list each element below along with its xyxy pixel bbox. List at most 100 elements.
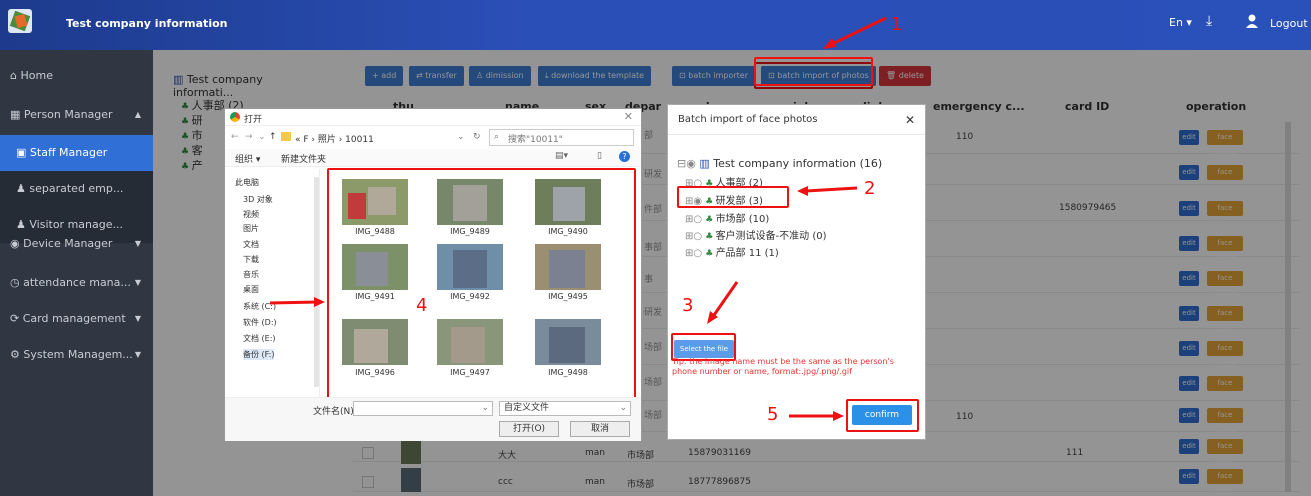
nav-item-drive-d[interactable]: 软件 (D:): [243, 317, 277, 328]
tree-node-test-devices[interactable]: ⊞○ ♣ 客户测试设备-不准动 (0): [685, 227, 827, 242]
open-button[interactable]: 打开(O): [499, 421, 559, 437]
folder-icon: [281, 132, 291, 141]
file-thumbnail[interactable]: [437, 244, 503, 290]
forward-icon[interactable]: →: [245, 132, 253, 142]
up-icon[interactable]: ↑: [269, 132, 277, 142]
chevron-down-icon[interactable]: ⌄: [457, 132, 465, 142]
file-name[interactable]: IMG_9492: [437, 292, 503, 301]
tree-root[interactable]: ⊟◉ ▥ Test company information (16): [677, 157, 882, 170]
file-name[interactable]: IMG_9490: [535, 227, 601, 236]
nav-item-video[interactable]: 视频: [243, 209, 259, 220]
highlight-box-5: [846, 399, 919, 432]
nav-scrollbar[interactable]: [314, 177, 319, 387]
file-dialog-titlebar: 打开 ✕: [225, 109, 641, 126]
nav-item-3d[interactable]: 3D 对象: [243, 194, 273, 205]
new-folder-button[interactable]: 新建文件夹: [281, 152, 326, 165]
chevron-down-icon: ▼: [134, 239, 141, 248]
cell-dept-partial: 场部: [644, 411, 663, 421]
sidebar-item-home[interactable]: ⌂ Home: [0, 58, 153, 94]
file-name[interactable]: IMG_9498: [535, 368, 601, 377]
tree-node-product[interactable]: ⊞○ ♣ 产品部 11 (1): [685, 244, 779, 259]
sidebar-item-system-management[interactable]: ⚙ System Managem... ▼: [0, 337, 153, 373]
nav-pane: 此电脑 3D 对象 视频 图片 文档 下载 音乐 桌面 系统 (C:) 软件 (…: [225, 169, 320, 397]
attendance-icon: ◷: [10, 276, 20, 289]
file-dialog-title: 打开: [244, 115, 263, 125]
sidebar: ⌂ Home ▦ Person Manager ▲ ▣ Staff Manager…: [0, 50, 153, 496]
file-thumbnail[interactable]: [437, 319, 503, 365]
search-input[interactable]: ⌕ 搜索"10011": [489, 129, 634, 146]
nav-item-drive-e[interactable]: 文档 (E:): [243, 333, 276, 344]
refresh-icon[interactable]: ↻: [473, 132, 481, 142]
chevron-down-icon: ▼: [134, 314, 141, 323]
sidebar-item-separated-employees[interactable]: ♟ separated emp...: [0, 171, 153, 207]
file-dialog-nav: ← → ⌄ ↑ « F › 照片 › 10011 ⌄ ↻ ⌕ 搜索"10011": [225, 127, 641, 149]
file-thumbnail[interactable]: [342, 244, 408, 290]
device-icon: ◉: [10, 237, 20, 250]
download-icon[interactable]: ⤓: [1206, 13, 1212, 29]
language-select[interactable]: En ▾: [1169, 16, 1192, 29]
back-icon[interactable]: ←: [231, 132, 239, 142]
org-icon: ♣: [705, 232, 713, 242]
file-dialog-footer: 文件名(N): ⌄ 自定义文件 ⌄ 打开(O) 取消: [225, 397, 641, 441]
building-icon: ▥: [699, 157, 710, 170]
close-icon[interactable]: ✕: [624, 110, 633, 123]
card-icon: ⟳: [10, 312, 20, 325]
pane-icon[interactable]: ▯: [597, 151, 602, 161]
sidebar-item-card-management[interactable]: ⟳ Card management ▼: [0, 301, 153, 337]
annotation-number-1: 1: [891, 14, 903, 35]
nav-item-desktop[interactable]: 桌面: [243, 284, 259, 295]
file-name[interactable]: IMG_9489: [437, 227, 503, 236]
file-dialog-toolbar: 组织 ▾ 新建文件夹 ▤▾ ▯ ?: [225, 149, 641, 167]
file-name[interactable]: IMG_9496: [342, 368, 408, 377]
file-thumbnail[interactable]: [535, 244, 601, 290]
nav-item-pictures[interactable]: 图片: [243, 223, 259, 234]
file-name[interactable]: IMG_9491: [342, 292, 408, 301]
nav-item-this-pc[interactable]: 此电脑: [235, 177, 259, 188]
file-name-tip: Tip: the image name must be the same as …: [672, 357, 894, 376]
chevron-down-icon: ▼: [134, 278, 141, 287]
nav-item-documents[interactable]: 文档: [243, 239, 259, 250]
file-name[interactable]: IMG_9497: [437, 368, 503, 377]
file-thumbnail[interactable]: [342, 319, 408, 365]
help-icon[interactable]: ?: [619, 151, 630, 162]
search-icon: ⌕: [494, 132, 500, 142]
app-title: Test company information: [66, 17, 228, 30]
highlight-box-2: [677, 186, 789, 208]
close-icon[interactable]: ✕: [905, 105, 915, 135]
nav-item-drive-c[interactable]: 系统 (C:): [243, 301, 276, 312]
sidebar-item-person-manager[interactable]: ▦ Person Manager ▲: [0, 97, 153, 133]
path-breadcrumb[interactable]: « F › 照片 › 10011: [295, 132, 374, 145]
file-open-dialog: 打开 ✕ ← → ⌄ ↑ « F › 照片 › 10011 ⌄ ↻ ⌕ 搜索"1…: [224, 108, 642, 441]
sidebar-item-attendance[interactable]: ◷ attendance mana... ▼: [0, 265, 153, 301]
view-icon[interactable]: ▤▾: [555, 151, 568, 161]
tree-node-marketing[interactable]: ⊞○ ♣ 市场部 (10): [685, 210, 769, 225]
file-thumbnail[interactable]: [535, 179, 601, 225]
nav-item-downloads[interactable]: 下载: [243, 254, 259, 265]
file-thumbnail[interactable]: [535, 319, 601, 365]
file-name[interactable]: IMG_9495: [535, 292, 601, 301]
sidebar-item-staff-manager[interactable]: ▣ Staff Manager: [0, 135, 153, 171]
cancel-button[interactable]: 取消: [570, 421, 630, 437]
annotation-number-4: 4: [416, 295, 428, 316]
annotation-number-2: 2: [864, 178, 876, 199]
chevron-down-icon[interactable]: ⌄: [258, 132, 266, 142]
chevron-down-icon: ▼: [134, 350, 141, 359]
cell-dept-partial: 场部: [644, 378, 663, 388]
app-logo: [8, 9, 32, 33]
logout-button[interactable]: Logout: [1270, 17, 1308, 30]
file-type-select[interactable]: 自定义文件 ⌄: [499, 401, 631, 416]
sidebar-item-device-manager[interactable]: ◉ Device Manager ▼: [0, 226, 153, 262]
cell-dept-partial: 部: [644, 131, 654, 141]
cell-dept-partial: 研发: [644, 170, 663, 180]
file-thumbnail[interactable]: [342, 179, 408, 225]
filename-input[interactable]: ⌄: [353, 401, 493, 416]
user-avatar-icon[interactable]: [1246, 14, 1258, 28]
person-manager-icon: ▦: [10, 108, 21, 121]
organize-button[interactable]: 组织 ▾: [235, 152, 260, 165]
batch-dialog-header: Batch import of face photos ✕: [668, 105, 925, 135]
file-thumbnail[interactable]: [437, 179, 503, 225]
nav-item-drive-f[interactable]: 备份 (F:): [243, 349, 275, 360]
nav-item-music[interactable]: 音乐: [243, 269, 259, 280]
file-name[interactable]: IMG_9488: [342, 227, 408, 236]
cell-dept-partial: 件部: [644, 205, 663, 215]
